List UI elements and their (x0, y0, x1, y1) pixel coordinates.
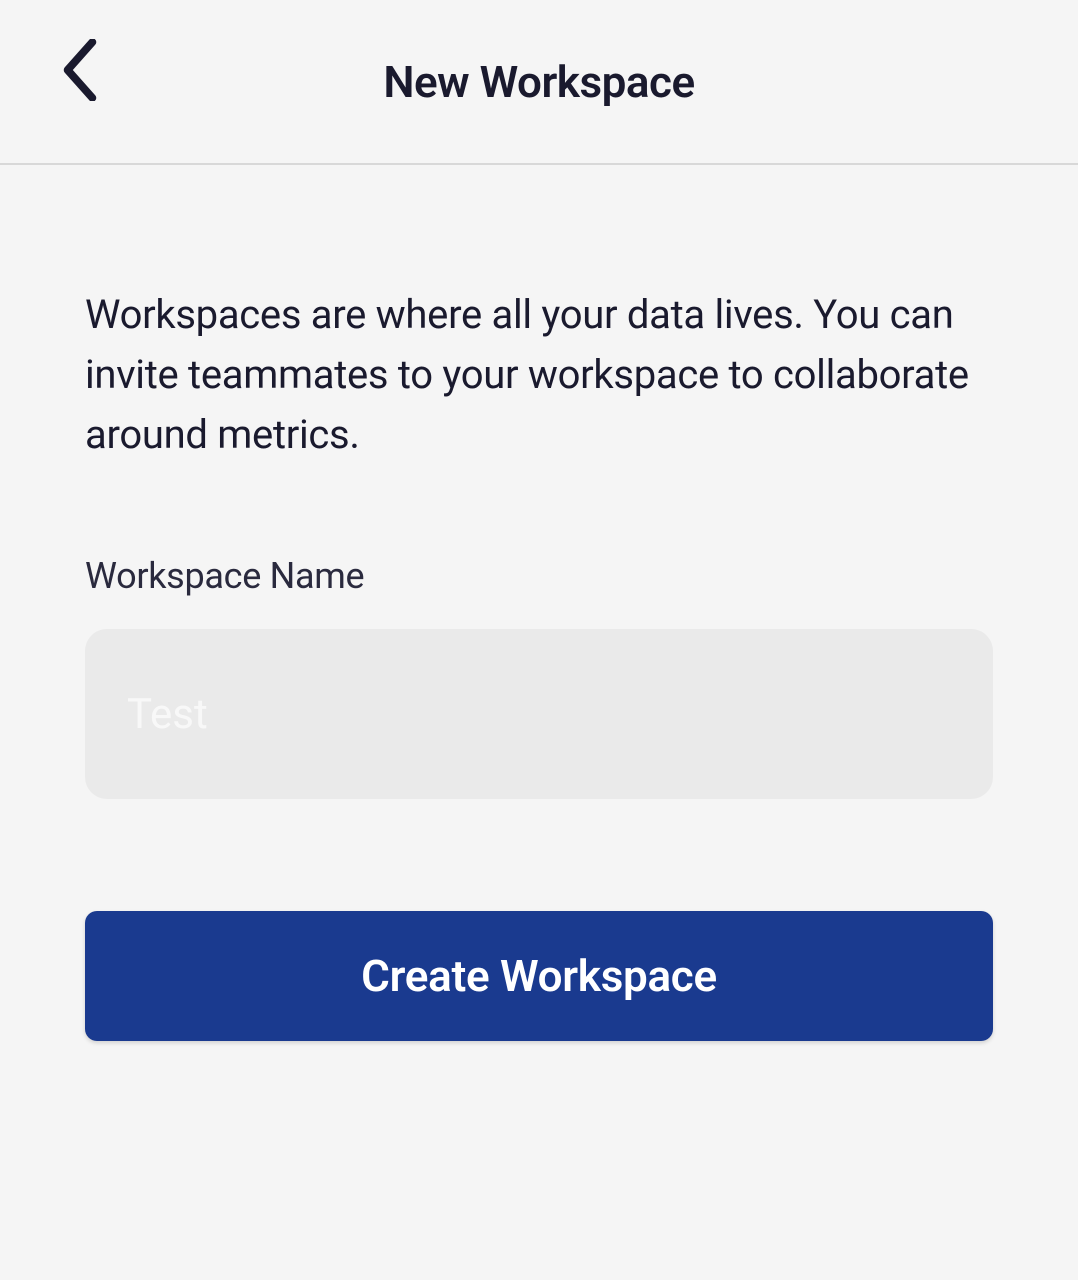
create-workspace-button[interactable]: Create Workspace (85, 911, 993, 1041)
workspace-name-input[interactable] (85, 629, 993, 799)
back-button[interactable] (55, 42, 105, 102)
description-text: Workspaces are where all your data lives… (85, 285, 993, 465)
header: New Workspace (0, 0, 1078, 165)
main-content: Workspaces are where all your data lives… (0, 165, 1078, 1041)
workspace-name-label: Workspace Name (85, 555, 993, 597)
page-title: New Workspace (383, 56, 694, 108)
chevron-left-icon (61, 39, 99, 105)
